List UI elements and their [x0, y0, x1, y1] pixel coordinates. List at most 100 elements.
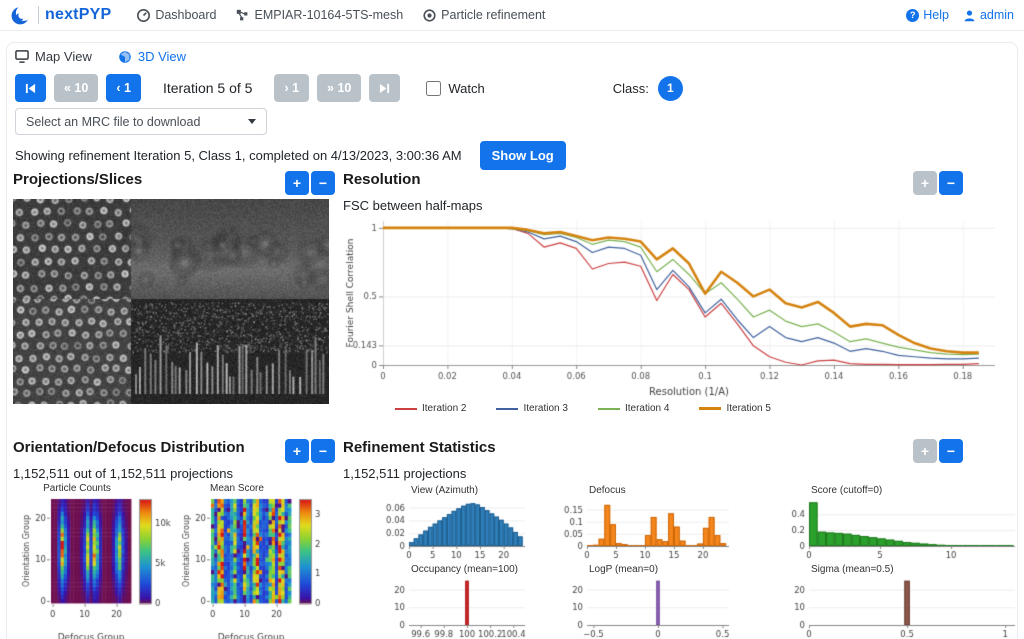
help-link[interactable]: ? Help [906, 8, 949, 22]
back-10-button[interactable]: « 10 [54, 74, 98, 102]
legend-line-iteration-3 [496, 408, 518, 410]
user-menu[interactable]: admin [963, 8, 1014, 22]
brand-divider [38, 6, 39, 24]
score-histogram [779, 496, 1019, 560]
legend-label: Iteration 4 [625, 403, 669, 414]
projections-section: Projections/Slices + − [13, 171, 335, 404]
statistics-zoom-group: + − [913, 439, 963, 463]
fsc-chart [343, 213, 1009, 399]
statistics-zoom-out-button[interactable]: − [939, 439, 963, 463]
projections-zoom-out-button[interactable]: − [311, 171, 335, 195]
legend-item: Iteration 5 [699, 403, 770, 414]
user-label: admin [980, 8, 1014, 22]
tab-map-view[interactable]: Map View [15, 49, 92, 64]
view-azimuth-histogram [379, 496, 529, 560]
monitor-icon [15, 50, 29, 63]
navbar-links: Dashboard EMPIAR-10164-5TS-mesh Particle… [137, 8, 545, 22]
orientation-zoom-out-button[interactable]: − [311, 439, 335, 463]
score-plot: Score (cutoff=0) [779, 485, 1019, 560]
heatmap-row: Particle Counts Mean Score [21, 483, 335, 639]
sigma-title: Sigma (mean=0.5) [779, 564, 1019, 575]
legend-line-iteration-4 [598, 408, 620, 410]
defocus-histogram [557, 496, 733, 560]
user-icon [963, 9, 976, 22]
nav-project[interactable]: EMPIAR-10164-5TS-mesh [236, 8, 403, 22]
statistics-zoom-in-button[interactable]: + [913, 439, 937, 463]
class-group: Class: 1 [613, 76, 683, 101]
status-text: Showing refinement Iteration 5, Class 1,… [15, 148, 462, 163]
view-tabs: Map View 3D View [15, 49, 186, 64]
resolution-zoom-group: + − [913, 171, 963, 195]
nav-block-label: Particle refinement [441, 8, 545, 22]
tab-3d-view-label: 3D View [138, 49, 186, 64]
statistics-section: Refinement Statistics + − 1,152,511 proj… [343, 439, 1009, 639]
particle-refinement-icon [423, 9, 436, 22]
logp-title: LogP (mean=0) [557, 564, 733, 575]
forward-1-button[interactable]: › 1 [274, 74, 309, 102]
project-network-icon [236, 9, 249, 22]
forward-10-button[interactable]: » 10 [317, 74, 361, 102]
watch-checkbox[interactable] [426, 81, 441, 96]
particle-counts-heatmap [21, 494, 173, 639]
brand-name: nextPYP [45, 6, 111, 24]
brand[interactable]: nextPYP [10, 4, 111, 26]
back-1-button[interactable]: ‹ 1 [106, 74, 141, 102]
skip-first-icon [25, 83, 36, 94]
sigma-plot: Sigma (mean=0.5) [779, 564, 1019, 639]
mean-score-title: Mean Score [181, 483, 333, 494]
fsc-legend: Iteration 2 Iteration 3 Iteration 4 Iter… [395, 403, 1009, 414]
sigma-histogram [779, 575, 1019, 639]
mean-score-plot: Mean Score [181, 483, 333, 639]
resolution-zoom-out-button[interactable]: − [939, 171, 963, 195]
resolution-subtitle: FSC between half-maps [343, 198, 1009, 213]
tab-3d-view[interactable]: 3D View [118, 49, 186, 64]
particle-counts-plot: Particle Counts [21, 483, 173, 639]
occupancy-plot: Occupancy (mean=100) [379, 564, 529, 639]
legend-line-iteration-2 [395, 408, 417, 410]
legend-item: Iteration 4 [598, 403, 669, 414]
navbar-right: ? Help admin [906, 8, 1014, 22]
projections-image [13, 199, 329, 404]
app-root: nextPYP Dashboard EMPIAR-10164-5TS-mesh [0, 0, 1024, 639]
watch-label: Watch [448, 81, 484, 96]
legend-label: Iteration 5 [726, 403, 770, 414]
last-iteration-button[interactable] [369, 74, 400, 102]
legend-item: Iteration 2 [395, 403, 466, 414]
logp-histogram [557, 575, 733, 639]
nav-dashboard[interactable]: Dashboard [137, 8, 216, 22]
skip-last-icon [379, 83, 390, 94]
defocus-plot: Defocus [557, 485, 733, 560]
projections-zoom-in-button[interactable]: + [285, 171, 309, 195]
orientation-section: Orientation/Defocus Distribution + − 1,1… [13, 439, 335, 639]
nav-project-label: EMPIAR-10164-5TS-mesh [254, 8, 403, 22]
score-title: Score (cutoff=0) [779, 485, 1019, 496]
mrc-file-select[interactable]: Select an MRC file to download [15, 108, 267, 135]
orientation-zoom-in-button[interactable]: + [285, 439, 309, 463]
cube-icon [118, 50, 132, 64]
statistics-subtitle: 1,152,511 projections [343, 466, 1009, 481]
nav-block[interactable]: Particle refinement [423, 8, 545, 22]
mrc-file-select-value: Select an MRC file to download [26, 115, 200, 129]
view-azimuth-title: View (Azimuth) [379, 485, 529, 496]
watch-toggle: Watch [426, 81, 484, 96]
resolution-zoom-in-button[interactable]: + [913, 171, 937, 195]
view-azimuth-plot: View (Azimuth) [379, 485, 529, 560]
statistics-title: Refinement Statistics [343, 439, 496, 456]
tab-map-view-label: Map View [35, 49, 92, 64]
help-label: Help [923, 8, 949, 22]
status-row: Showing refinement Iteration 5, Class 1,… [15, 141, 566, 170]
dashboard-icon [137, 9, 150, 22]
particle-counts-title: Particle Counts [21, 483, 173, 494]
help-icon: ? [906, 9, 919, 22]
orientation-subtitle: 1,152,511 out of 1,152,511 projections [13, 466, 335, 481]
defocus-title: Defocus [557, 485, 733, 496]
class-badge[interactable]: 1 [658, 76, 683, 101]
iteration-controls: « 10 ‹ 1 Iteration 5 of 5 › 1 » 10 Watch… [15, 74, 1009, 102]
legend-line-iteration-5 [699, 407, 721, 411]
first-iteration-button[interactable] [15, 74, 46, 102]
projections-title: Projections/Slices [13, 171, 142, 188]
resolution-section: Resolution + − FSC between half-maps Ite… [343, 171, 1009, 414]
projections-zoom-group: + − [285, 171, 335, 195]
show-log-button[interactable]: Show Log [480, 141, 566, 170]
histogram-grid: View (Azimuth) Occupancy (mean=100) Defo… [379, 485, 1009, 639]
